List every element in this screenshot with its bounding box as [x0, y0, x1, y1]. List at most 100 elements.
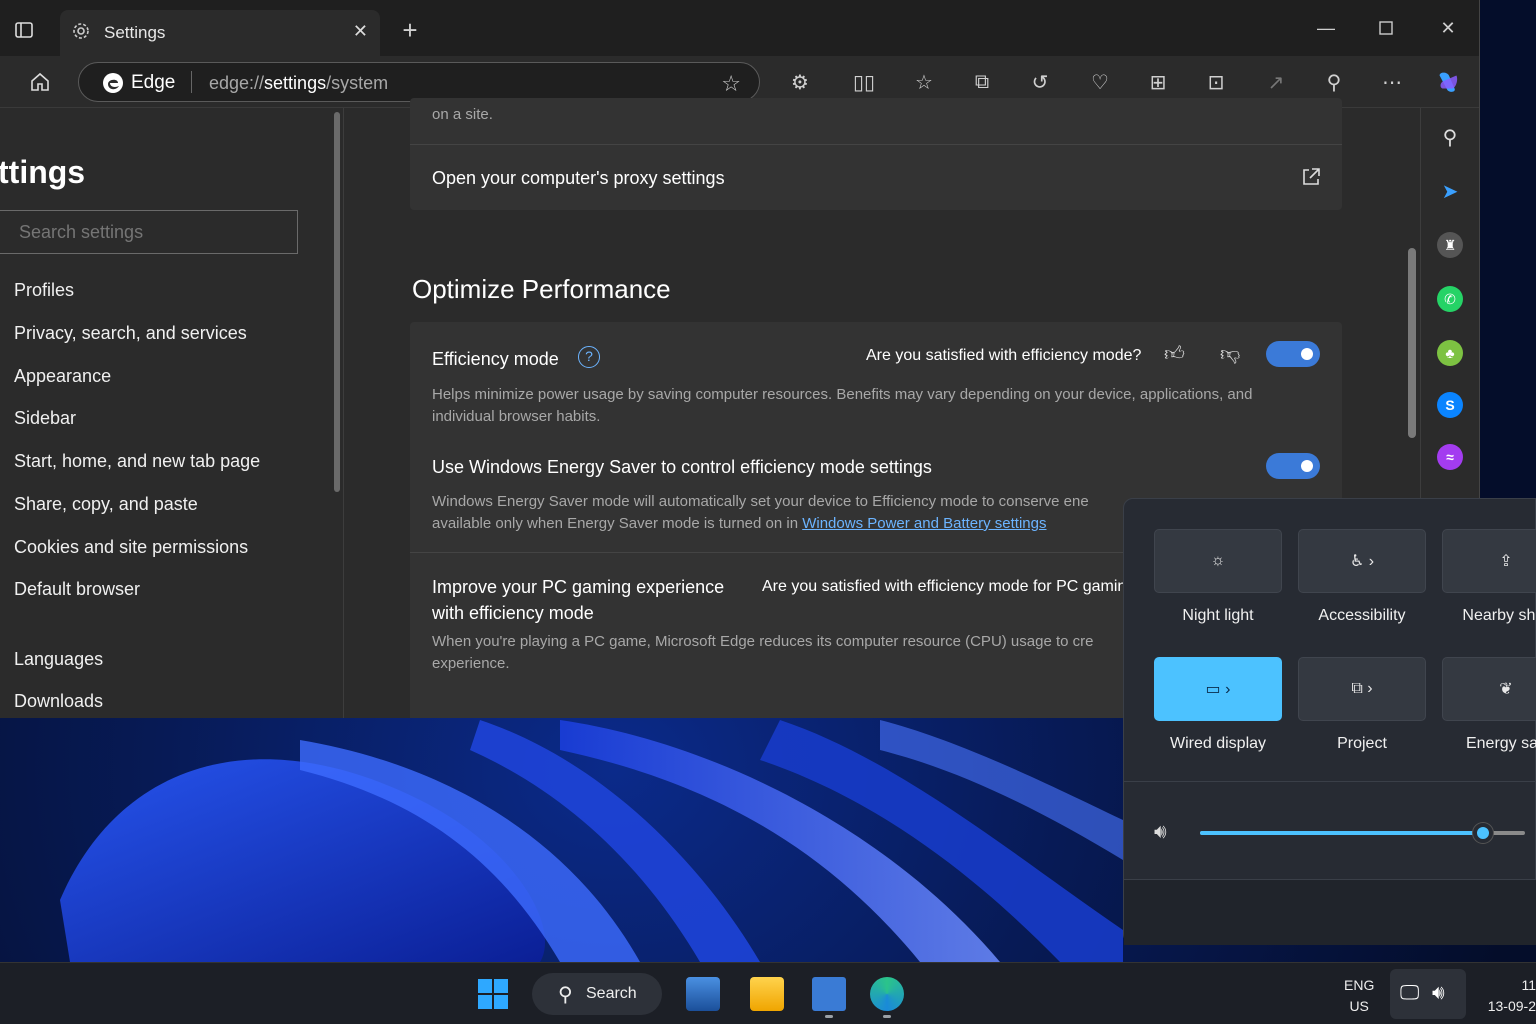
history-icon[interactable]: ↺: [1026, 68, 1054, 96]
extensions-icon[interactable]: ⚙: [786, 68, 814, 96]
collections-icon[interactable]: ⧉: [968, 68, 996, 96]
split-screen-icon[interactable]: ▯▯: [850, 68, 878, 96]
whatsapp-icon[interactable]: ✆: [1437, 286, 1463, 312]
wired-display-tile[interactable]: ▭ ›: [1154, 657, 1282, 721]
address-bar[interactable]: Edge edge://settings/system ☆: [78, 62, 760, 102]
efficiency-mode-title: Efficiency mode: [432, 349, 559, 369]
wired-display-label: Wired display: [1169, 735, 1267, 752]
apps-icon[interactable]: ⊞: [1144, 68, 1172, 96]
running-indicator: [883, 1015, 891, 1018]
energy-saver-tile[interactable]: ❦: [1442, 657, 1536, 721]
energy-saver-toggle[interactable]: [1266, 453, 1320, 479]
screenshot-icon[interactable]: ⊡: [1202, 68, 1230, 96]
telegram-icon[interactable]: ➤: [1437, 178, 1463, 204]
file-explorer-icon[interactable]: [750, 977, 784, 1011]
volume-icon: 🔊︎: [1432, 982, 1445, 1004]
games-icon[interactable]: ♜: [1437, 232, 1463, 258]
photos-icon[interactable]: [686, 977, 720, 1011]
address-separator: [191, 71, 192, 93]
cast-icon: ▭ ›: [1205, 681, 1231, 698]
tab-title: Settings: [104, 23, 166, 42]
share-icon: ⇪: [1499, 553, 1513, 570]
language-indicator[interactable]: ENG US: [1344, 975, 1374, 1017]
project-label: Project: [1337, 735, 1387, 752]
home-icon[interactable]: [26, 68, 54, 96]
close-tab-icon[interactable]: ✕: [353, 21, 368, 42]
speaker-icon[interactable]: 🔊︎: [1154, 821, 1167, 844]
nav-item-default-browser[interactable]: Default browser: [14, 579, 140, 600]
favorites-icon[interactable]: ☆: [910, 68, 938, 96]
nearby-share-tile[interactable]: ⇪: [1442, 529, 1536, 593]
external-link-icon[interactable]: [1300, 166, 1322, 193]
edge-taskbar-icon[interactable]: [870, 977, 904, 1011]
power-battery-settings-link[interactable]: Windows Power and Battery settings: [802, 515, 1046, 532]
energy-saver-label: Energy sav: [1465, 735, 1536, 752]
search-settings-input[interactable]: [0, 210, 298, 254]
nav-item-start-home[interactable]: Start, home, and new tab page: [14, 451, 260, 472]
nearby-share-label: Nearby shar: [1462, 607, 1536, 624]
address-url[interactable]: edge://settings/system: [209, 73, 388, 94]
gaming-desc-line2: experience.: [432, 655, 510, 672]
browser-essentials-icon[interactable]: ♡: [1086, 68, 1114, 96]
start-icon[interactable]: [476, 977, 510, 1011]
nav-item-sidebar[interactable]: Sidebar: [14, 408, 76, 429]
taskbar: ⚲ Search ENG US 🖵︎ 🔊︎ 11 13-09-2: [0, 962, 1536, 1024]
nav-item-privacy[interactable]: Privacy, search, and services: [14, 323, 247, 344]
nav-item-profiles[interactable]: Profiles: [14, 280, 74, 301]
maximize-icon[interactable]: [1374, 16, 1398, 40]
thumbs-up-icon[interactable]: 👍︎: [1164, 342, 1185, 366]
proxy-settings-link[interactable]: Open your computer's proxy settings: [432, 168, 725, 189]
content-scrollbar[interactable]: [1408, 248, 1416, 438]
tree-icon[interactable]: ♣: [1437, 340, 1463, 366]
tab-settings[interactable]: Settings ✕: [60, 10, 380, 56]
gear-icon: [70, 20, 92, 42]
new-tab-icon[interactable]: +: [396, 15, 424, 45]
feedback-icon[interactable]: ⚲: [1320, 68, 1348, 96]
system-tray[interactable]: 🖵︎ 🔊︎: [1390, 969, 1466, 1019]
favorite-star-icon[interactable]: ☆: [721, 71, 741, 97]
quick-settings-panel: ☼ Night light ♿︎ › Accessibility ⇪ Nearb…: [1123, 498, 1536, 945]
efficiency-desc-line1: Helps minimize power usage by saving com…: [432, 386, 1253, 403]
taskbar-search-label: Search: [586, 985, 637, 1002]
search-icon[interactable]: ⚲: [1437, 124, 1463, 150]
efficiency-desc-line2: individual browser habits.: [432, 408, 601, 425]
thumbs-down-icon[interactable]: 👎︎: [1220, 342, 1240, 366]
search-icon: ⚲: [558, 984, 573, 1006]
nav-item-appearance[interactable]: Appearance: [14, 366, 111, 387]
nav-item-share-copy[interactable]: Share, copy, and paste: [14, 494, 198, 515]
taskbar-search[interactable]: ⚲ Search: [532, 973, 662, 1015]
leaf-icon: ❦: [1499, 681, 1513, 698]
brightness-icon: ☼: [1210, 552, 1226, 569]
tab-bar: Settings ✕ + — ✕: [0, 0, 1479, 56]
accessibility-tile[interactable]: ♿︎ ›: [1298, 529, 1426, 593]
copilot-icon[interactable]: [1434, 68, 1462, 96]
card-divider: [410, 144, 1342, 145]
running-indicator: [825, 1015, 833, 1018]
nav-item-downloads[interactable]: Downloads: [14, 691, 103, 712]
notepad-icon[interactable]: [812, 977, 846, 1011]
messenger-icon[interactable]: ≈: [1437, 444, 1463, 470]
sidebar-scrollbar[interactable]: [334, 112, 340, 492]
nav-item-languages[interactable]: Languages: [14, 649, 103, 670]
clock[interactable]: 11 13-09-2: [1476, 975, 1536, 1017]
skype-icon[interactable]: S: [1437, 392, 1463, 418]
proxy-card: on a site. Open your computer's proxy se…: [410, 98, 1342, 210]
volume-knob[interactable]: [1472, 823, 1493, 843]
project-tile[interactable]: ⧉ ›: [1298, 657, 1426, 721]
volume-fill: [1200, 831, 1483, 835]
nav-item-cookies[interactable]: Cookies and site permissions: [14, 537, 248, 558]
more-options-icon[interactable]: ⋯: [1378, 68, 1406, 96]
section-title: Optimize Performance: [412, 274, 671, 304]
tab-actions-icon[interactable]: [12, 18, 36, 42]
close-window-icon[interactable]: ✕: [1436, 16, 1460, 40]
volume-slider[interactable]: [1200, 823, 1525, 843]
energy-saver-title: Use Windows Energy Saver to control effi…: [432, 457, 932, 477]
accessibility-label: Accessibility: [1318, 607, 1406, 624]
efficiency-mode-toggle[interactable]: [1266, 341, 1320, 367]
gaming-title: Improve your PC gaming experience with ef…: [432, 577, 725, 623]
settings-sidebar: ttings Profiles Privacy, search, and ser…: [0, 108, 344, 718]
night-light-tile[interactable]: ☼: [1154, 529, 1282, 593]
minimize-icon[interactable]: —: [1314, 16, 1338, 40]
help-icon[interactable]: ?: [578, 346, 600, 368]
share-icon[interactable]: ↗: [1262, 68, 1290, 96]
